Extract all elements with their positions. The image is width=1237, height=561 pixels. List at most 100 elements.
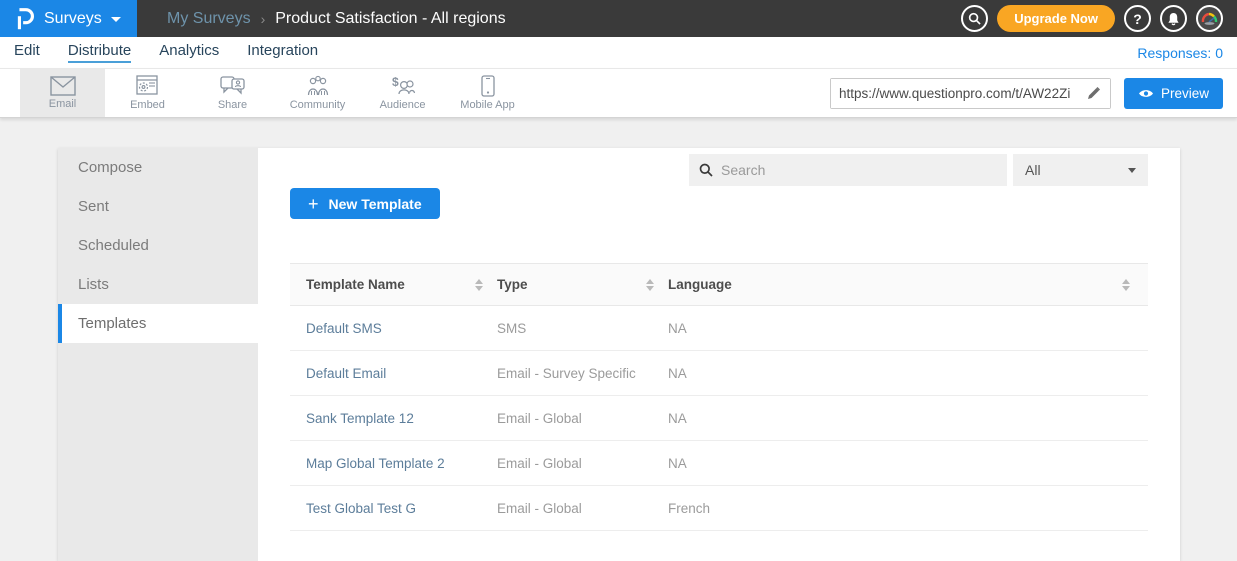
tool-tab-email[interactable]: Email xyxy=(20,69,105,117)
tab-distribute[interactable]: Distribute xyxy=(68,42,131,63)
column-header-language: Language xyxy=(668,277,732,292)
table-header-row: Template Name Type Language xyxy=(290,263,1148,306)
chevron-down-icon xyxy=(111,17,121,22)
content-area: Compose Sent Scheduled Lists Templates A… xyxy=(0,118,1237,561)
survey-url-box xyxy=(830,78,1111,109)
template-type: SMS xyxy=(497,321,526,336)
preview-button[interactable]: Preview xyxy=(1124,78,1223,109)
page-title: Product Satisfaction - All regions xyxy=(275,10,505,28)
avatar-gauge-icon xyxy=(1200,10,1219,27)
table-row: Test Global Test G Email - Global French xyxy=(290,486,1148,531)
filter-row: All xyxy=(290,154,1148,186)
chevron-down-icon xyxy=(1128,168,1136,173)
help-button[interactable]: ? xyxy=(1124,5,1151,32)
survey-nav: Edit Distribute Analytics Integration Re… xyxy=(0,37,1237,68)
new-template-button[interactable]: + New Template xyxy=(290,188,440,219)
type-filter-value: All xyxy=(1025,162,1041,178)
template-name-link[interactable]: Default Email xyxy=(306,366,386,381)
sidebar-item-sent[interactable]: Sent xyxy=(58,187,258,226)
tab-edit[interactable]: Edit xyxy=(14,42,40,63)
table-row: Map Global Template 2 Email - Global NA xyxy=(290,441,1148,486)
avatar[interactable] xyxy=(1196,5,1223,32)
preview-button-label: Preview xyxy=(1161,86,1209,101)
tool-tab-label: Email xyxy=(49,98,77,110)
distribute-toolbar: Email Embed Share Community $ Audience M… xyxy=(0,68,1237,118)
search-icon xyxy=(968,12,981,25)
template-type: Email - Global xyxy=(497,456,582,471)
template-type: Email - Global xyxy=(497,411,582,426)
responses-count-link[interactable]: Responses: 0 xyxy=(1137,45,1223,61)
breadcrumb-parent-link[interactable]: My Surveys xyxy=(167,10,251,28)
sort-icon[interactable] xyxy=(475,279,483,291)
sidebar-item-compose[interactable]: Compose xyxy=(58,148,258,187)
bell-icon xyxy=(1167,12,1180,26)
template-type: Email - Survey Specific xyxy=(497,366,636,381)
audience-dollar-people-icon: $ xyxy=(390,75,416,97)
table-row: Default SMS SMS NA xyxy=(290,306,1148,351)
templates-table: Template Name Type Language Default SMS … xyxy=(290,263,1148,531)
column-header-template-name: Template Name xyxy=(306,277,405,292)
tab-analytics[interactable]: Analytics xyxy=(159,42,219,63)
tab-integration[interactable]: Integration xyxy=(247,42,318,63)
template-search-box xyxy=(689,154,1007,186)
templates-panel: All + New Template Template Name Type xyxy=(258,148,1180,561)
embed-window-gear-icon xyxy=(136,75,160,97)
template-language: French xyxy=(668,501,710,516)
sidebar-item-templates[interactable]: Templates xyxy=(58,304,258,343)
template-search-input[interactable] xyxy=(721,162,997,178)
survey-url-input[interactable] xyxy=(831,79,1078,108)
type-filter-dropdown[interactable]: All xyxy=(1013,154,1148,186)
svg-text:$: $ xyxy=(392,75,399,89)
tool-tab-label: Community xyxy=(290,99,346,111)
edit-url-button[interactable] xyxy=(1078,79,1110,108)
table-row: Default Email Email - Survey Specific NA xyxy=(290,351,1148,396)
header-actions: Upgrade Now ? xyxy=(961,5,1237,32)
email-envelope-icon xyxy=(50,76,76,96)
tool-tab-audience[interactable]: $ Audience xyxy=(360,69,445,117)
eye-icon xyxy=(1138,88,1154,99)
template-type: Email - Global xyxy=(497,501,582,516)
tool-tab-embed[interactable]: Embed xyxy=(105,69,190,117)
toolbar-right: Preview xyxy=(830,69,1237,117)
notifications-button[interactable] xyxy=(1160,5,1187,32)
breadcrumb: My Surveys › Product Satisfaction - All … xyxy=(167,10,506,28)
template-name-link[interactable]: Map Global Template 2 xyxy=(306,456,445,471)
email-templates-card: Compose Sent Scheduled Lists Templates A… xyxy=(58,148,1180,561)
template-language: NA xyxy=(668,321,687,336)
product-menu-label: Surveys xyxy=(44,10,102,28)
tool-tab-label: Share xyxy=(218,99,247,111)
breadcrumb-separator: › xyxy=(261,11,266,27)
template-language: NA xyxy=(668,411,687,426)
plus-icon: + xyxy=(308,195,319,213)
pencil-icon xyxy=(1087,86,1101,100)
table-row: Sank Template 12 Email - Global NA xyxy=(290,396,1148,441)
template-name-link[interactable]: Default SMS xyxy=(306,321,382,336)
mobile-phone-icon xyxy=(481,75,495,97)
tool-tab-share[interactable]: Share xyxy=(190,69,275,117)
sidebar-item-scheduled[interactable]: Scheduled xyxy=(58,226,258,265)
questionpro-logo-icon xyxy=(15,6,35,32)
upgrade-button[interactable]: Upgrade Now xyxy=(997,5,1115,32)
column-header-type: Type xyxy=(497,277,528,292)
community-people-icon xyxy=(305,75,331,97)
template-name-link[interactable]: Test Global Test G xyxy=(306,501,416,516)
template-language: NA xyxy=(668,366,687,381)
template-language: NA xyxy=(668,456,687,471)
new-template-button-label: New Template xyxy=(329,196,422,212)
tool-tab-mobile-app[interactable]: Mobile App xyxy=(445,69,530,117)
top-header: Surveys My Surveys › Product Satisfactio… xyxy=(0,0,1237,37)
email-sidebar: Compose Sent Scheduled Lists Templates xyxy=(58,148,258,561)
search-icon xyxy=(699,163,713,177)
sort-icon[interactable] xyxy=(1122,279,1130,291)
template-name-link[interactable]: Sank Template 12 xyxy=(306,411,414,426)
tool-tab-label: Audience xyxy=(380,99,426,111)
share-bubbles-icon xyxy=(220,75,246,97)
product-switcher[interactable]: Surveys xyxy=(0,0,137,37)
sidebar-item-lists[interactable]: Lists xyxy=(58,265,258,304)
global-search-button[interactable] xyxy=(961,5,988,32)
survey-nav-tabs: Edit Distribute Analytics Integration xyxy=(14,42,318,63)
tool-tab-community[interactable]: Community xyxy=(275,69,360,117)
sort-icon[interactable] xyxy=(646,279,654,291)
tool-tab-label: Embed xyxy=(130,99,165,111)
tool-tab-label: Mobile App xyxy=(460,99,514,111)
